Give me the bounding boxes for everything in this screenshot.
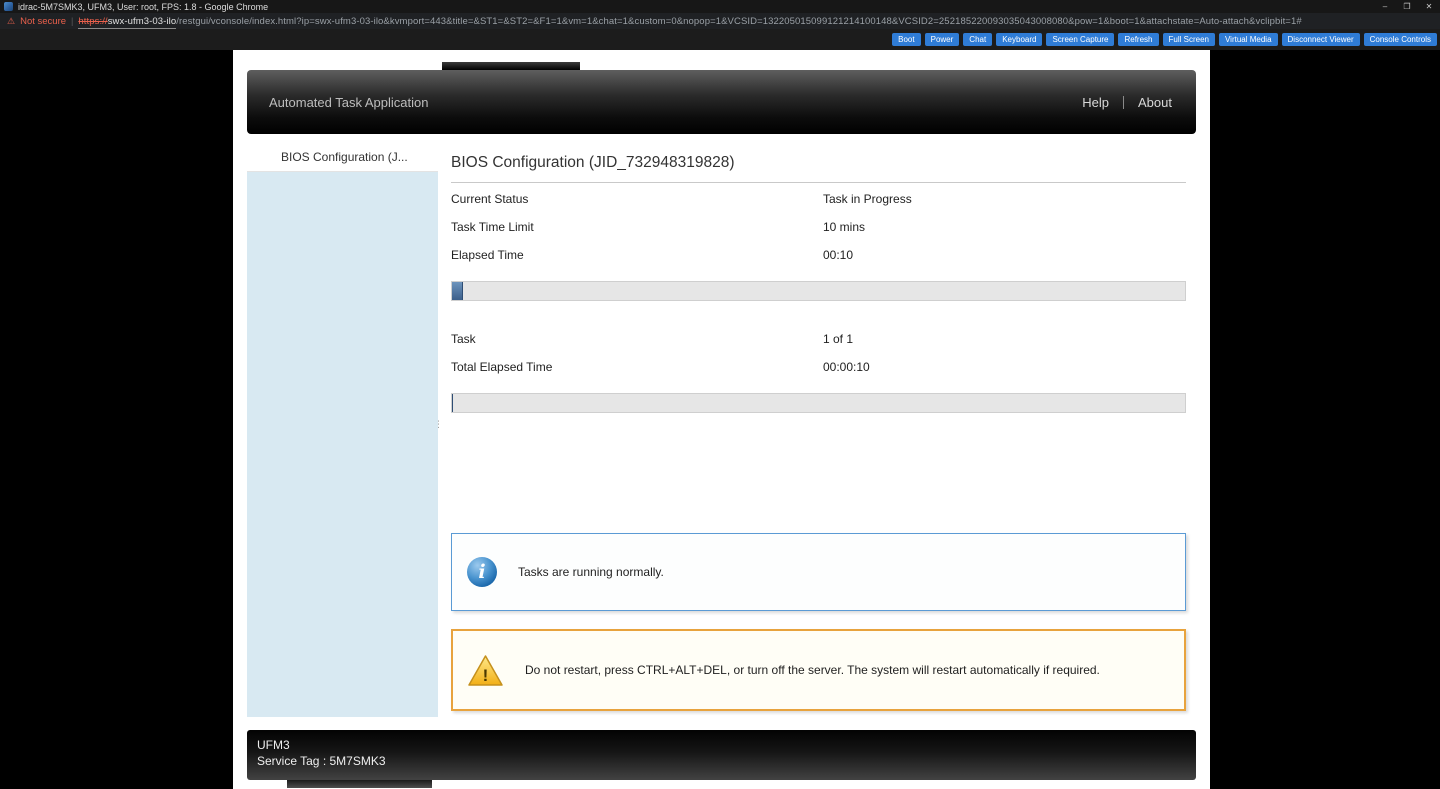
info-icon-glyph: i xyxy=(478,563,485,582)
total-progress-bar xyxy=(451,393,1186,413)
info-box: i Tasks are running normally. xyxy=(451,533,1186,611)
warning-message: Do not restart, press CTRL+ALT+DEL, or t… xyxy=(525,663,1100,677)
elapsed-time-label: Elapsed Time xyxy=(451,248,823,262)
total-elapsed-time-value: 00:00:10 xyxy=(823,360,870,374)
about-link[interactable]: About xyxy=(1138,95,1172,110)
header-divider xyxy=(1123,96,1124,109)
task-detail-panel: BIOS Configuration (JID_732948319828) Cu… xyxy=(438,142,1196,717)
task-progress-bar xyxy=(451,281,1186,301)
info-message: Tasks are running normally. xyxy=(518,565,664,579)
info-icon: i xyxy=(467,557,497,587)
chat-button[interactable]: Chat xyxy=(963,33,992,46)
app-title: Automated Task Application xyxy=(269,95,428,110)
task-sidebar: BIOS Configuration (J... xyxy=(247,142,438,717)
task-rows: Task 1 of 1 Total Elapsed Time 00:00:10 xyxy=(451,325,1186,381)
window-controls: – ❐ ✕ xyxy=(1374,0,1440,13)
footer-service-tag: Service Tag : 5M7SMK3 xyxy=(257,753,1196,769)
disconnect-viewer-button[interactable]: Disconnect Viewer xyxy=(1282,33,1360,46)
task-count-value: 1 of 1 xyxy=(823,332,853,346)
keyboard-button[interactable]: Keyboard xyxy=(996,33,1042,46)
app-window-icon xyxy=(4,2,13,11)
console-toolbar: Boot Power Chat Keyboard Screen Capture … xyxy=(0,29,1440,50)
virtual-media-button[interactable]: Virtual Media xyxy=(1219,33,1278,46)
help-link[interactable]: Help xyxy=(1082,95,1109,110)
url-scheme: https:// xyxy=(78,16,107,27)
warning-icon-glyph: ! xyxy=(483,666,489,685)
warning-box: ! Do not restart, press CTRL+ALT+DEL, or… xyxy=(451,629,1186,711)
address-bar[interactable]: ⚠ Not secure | https://swx-ufm3-03-ilo/r… xyxy=(0,13,1440,29)
pane-splitter[interactable]: ⋮ xyxy=(434,422,440,426)
sidebar-item-bios-configuration[interactable]: BIOS Configuration (J... xyxy=(247,142,438,172)
url-text[interactable]: https://swx-ufm3-03-ilo/restgui/vconsole… xyxy=(78,16,1301,27)
task-time-limit-value: 10 mins xyxy=(823,220,865,234)
warning-icon: ! xyxy=(467,654,504,687)
app-header: Automated Task Application Help About xyxy=(247,70,1196,134)
address-separator: | xyxy=(71,16,73,26)
console-viewport: Automated Task Application Help About BI… xyxy=(0,50,1440,789)
table-row: Task Time Limit 10 mins xyxy=(451,213,1186,241)
table-row: Elapsed Time 00:10 xyxy=(451,241,1186,269)
minimize-button[interactable]: – xyxy=(1374,0,1396,13)
footer-tab-decoration xyxy=(287,780,432,788)
current-status-value: Task in Progress xyxy=(823,192,912,206)
task-count-label: Task xyxy=(451,332,823,346)
header-links: Help About xyxy=(1082,95,1172,110)
full-screen-button[interactable]: Full Screen xyxy=(1163,33,1215,46)
table-row: Task 1 of 1 xyxy=(451,325,1186,353)
app-footer: UFM3 Service Tag : 5M7SMK3 xyxy=(247,730,1196,780)
close-button[interactable]: ✕ xyxy=(1418,0,1440,13)
task-time-limit-label: Task Time Limit xyxy=(451,220,823,234)
not-secure-label[interactable]: Not secure xyxy=(20,16,66,27)
not-secure-icon[interactable]: ⚠ xyxy=(7,17,15,26)
console-controls-button[interactable]: Console Controls xyxy=(1364,33,1437,46)
power-button[interactable]: Power xyxy=(925,33,960,46)
footer-model: UFM3 xyxy=(257,737,1196,753)
page-title: BIOS Configuration (JID_732948319828) xyxy=(451,154,1186,183)
header-tab-decoration xyxy=(442,62,580,70)
table-row: Current Status Task in Progress xyxy=(451,185,1186,213)
task-app-window: Automated Task Application Help About BI… xyxy=(233,50,1210,789)
status-rows: Current Status Task in Progress Task Tim… xyxy=(451,185,1186,269)
total-elapsed-time-label: Total Elapsed Time xyxy=(451,360,823,374)
screen-capture-button[interactable]: Screen Capture xyxy=(1046,33,1114,46)
current-status-label: Current Status xyxy=(451,192,823,206)
total-progress-fill xyxy=(452,394,453,412)
task-progress-fill xyxy=(452,282,463,300)
refresh-button[interactable]: Refresh xyxy=(1118,33,1158,46)
maximize-button[interactable]: ❐ xyxy=(1396,0,1418,13)
app-body: BIOS Configuration (J... ⋮ BIOS Configur… xyxy=(247,142,1196,717)
table-row: Total Elapsed Time 00:00:10 xyxy=(451,353,1186,381)
window-title: idrac-5M7SMK3, UFM3, User: root, FPS: 1.… xyxy=(18,2,268,12)
window-titlebar: idrac-5M7SMK3, UFM3, User: root, FPS: 1.… xyxy=(0,0,1440,13)
elapsed-time-value: 00:10 xyxy=(823,248,853,262)
url-path: /restgui/vconsole/index.html?ip=swx-ufm3… xyxy=(176,16,1301,27)
url-host: swx-ufm3-03-ilo xyxy=(108,16,177,27)
boot-button[interactable]: Boot xyxy=(892,33,920,46)
